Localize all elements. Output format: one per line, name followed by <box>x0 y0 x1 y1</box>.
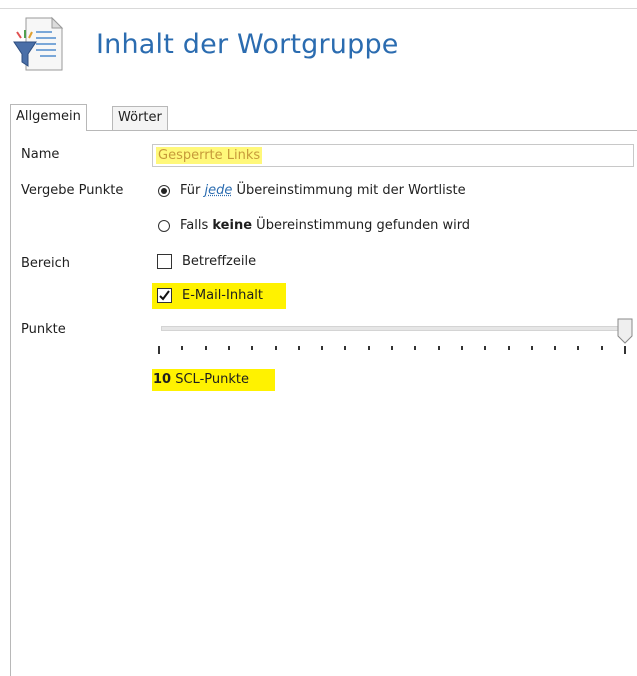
name-input-value: Gesperrte Links <box>156 147 263 164</box>
radio-jede-suffix: Übereinstimmung mit der Wortliste <box>232 183 466 198</box>
radio-jede-label[interactable]: Für jede Übereinstimmung mit der Wortlis… <box>180 183 466 198</box>
vergebe-punkte-label: Vergebe Punkte <box>21 183 124 198</box>
slider-tick <box>624 346 626 354</box>
tab-woerter[interactable]: Wörter <box>112 106 168 130</box>
slider-tick <box>554 346 557 350</box>
radio-keine-bold: keine <box>212 218 253 233</box>
slider-tick <box>507 346 510 350</box>
radio-keine-suffix: Übereinstimmung gefunden wird <box>252 218 471 233</box>
betreffzeile-label[interactable]: Betreffzeile <box>182 254 256 269</box>
slider-tick <box>437 346 440 350</box>
slider-tick <box>484 346 487 350</box>
punkte-slider-ticks <box>158 346 628 354</box>
bereich-label: Bereich <box>21 256 70 271</box>
tab-allgemein[interactable]: Allgemein <box>10 104 87 131</box>
name-label: Name <box>21 147 60 162</box>
slider-tick <box>227 346 230 350</box>
punkte-value-unit: SCL-Punkte <box>171 372 249 387</box>
radio-keine-uebereinstimmung[interactable] <box>158 220 170 232</box>
slider-tick <box>530 346 533 350</box>
slider-tick <box>274 346 277 350</box>
name-input[interactable]: Gesperrte Links <box>152 144 634 167</box>
slider-tick <box>577 346 580 350</box>
slider-tick <box>414 346 417 350</box>
radio-jede-prefix: Für <box>180 183 205 198</box>
slider-tick <box>251 346 254 350</box>
radio-keine-label[interactable]: Falls keine Übereinstimmung gefunden wir… <box>180 218 470 233</box>
punkte-value-text: 10 SCL-Punkte <box>153 372 249 387</box>
slider-tick <box>321 346 324 350</box>
checkmark-icon <box>159 290 170 301</box>
slider-tick <box>600 346 603 350</box>
radio-keine-prefix: Falls <box>180 218 213 233</box>
email-inhalt-label[interactable]: E-Mail-Inhalt <box>182 288 263 303</box>
window-top-border <box>0 0 637 9</box>
slider-tick <box>181 346 184 350</box>
email-inhalt-checkbox[interactable] <box>157 288 172 303</box>
punkte-label: Punkte <box>21 322 66 337</box>
funnel-document-icon <box>12 16 70 74</box>
tab-strip: Allgemein Wörter <box>10 104 637 131</box>
punkte-slider-thumb[interactable] <box>617 318 633 348</box>
punkte-value-number: 10 <box>153 372 172 387</box>
radio-jede-uebereinstimmung[interactable] <box>158 185 170 197</box>
slider-tick <box>297 346 300 350</box>
radio-selected-dot <box>161 188 167 194</box>
punkte-slider-track[interactable] <box>161 326 625 331</box>
slider-tick <box>367 346 370 350</box>
page-title: Inhalt der Wortgruppe <box>96 29 399 60</box>
slider-tick <box>460 346 463 350</box>
slider-tick <box>391 346 393 350</box>
slider-tick <box>344 346 347 350</box>
slider-tick <box>158 346 160 354</box>
slider-tick <box>204 346 207 350</box>
radio-jede-emphasis: jede <box>204 183 233 198</box>
betreffzeile-checkbox[interactable] <box>157 254 172 269</box>
tab-panel-left-border <box>10 130 11 676</box>
